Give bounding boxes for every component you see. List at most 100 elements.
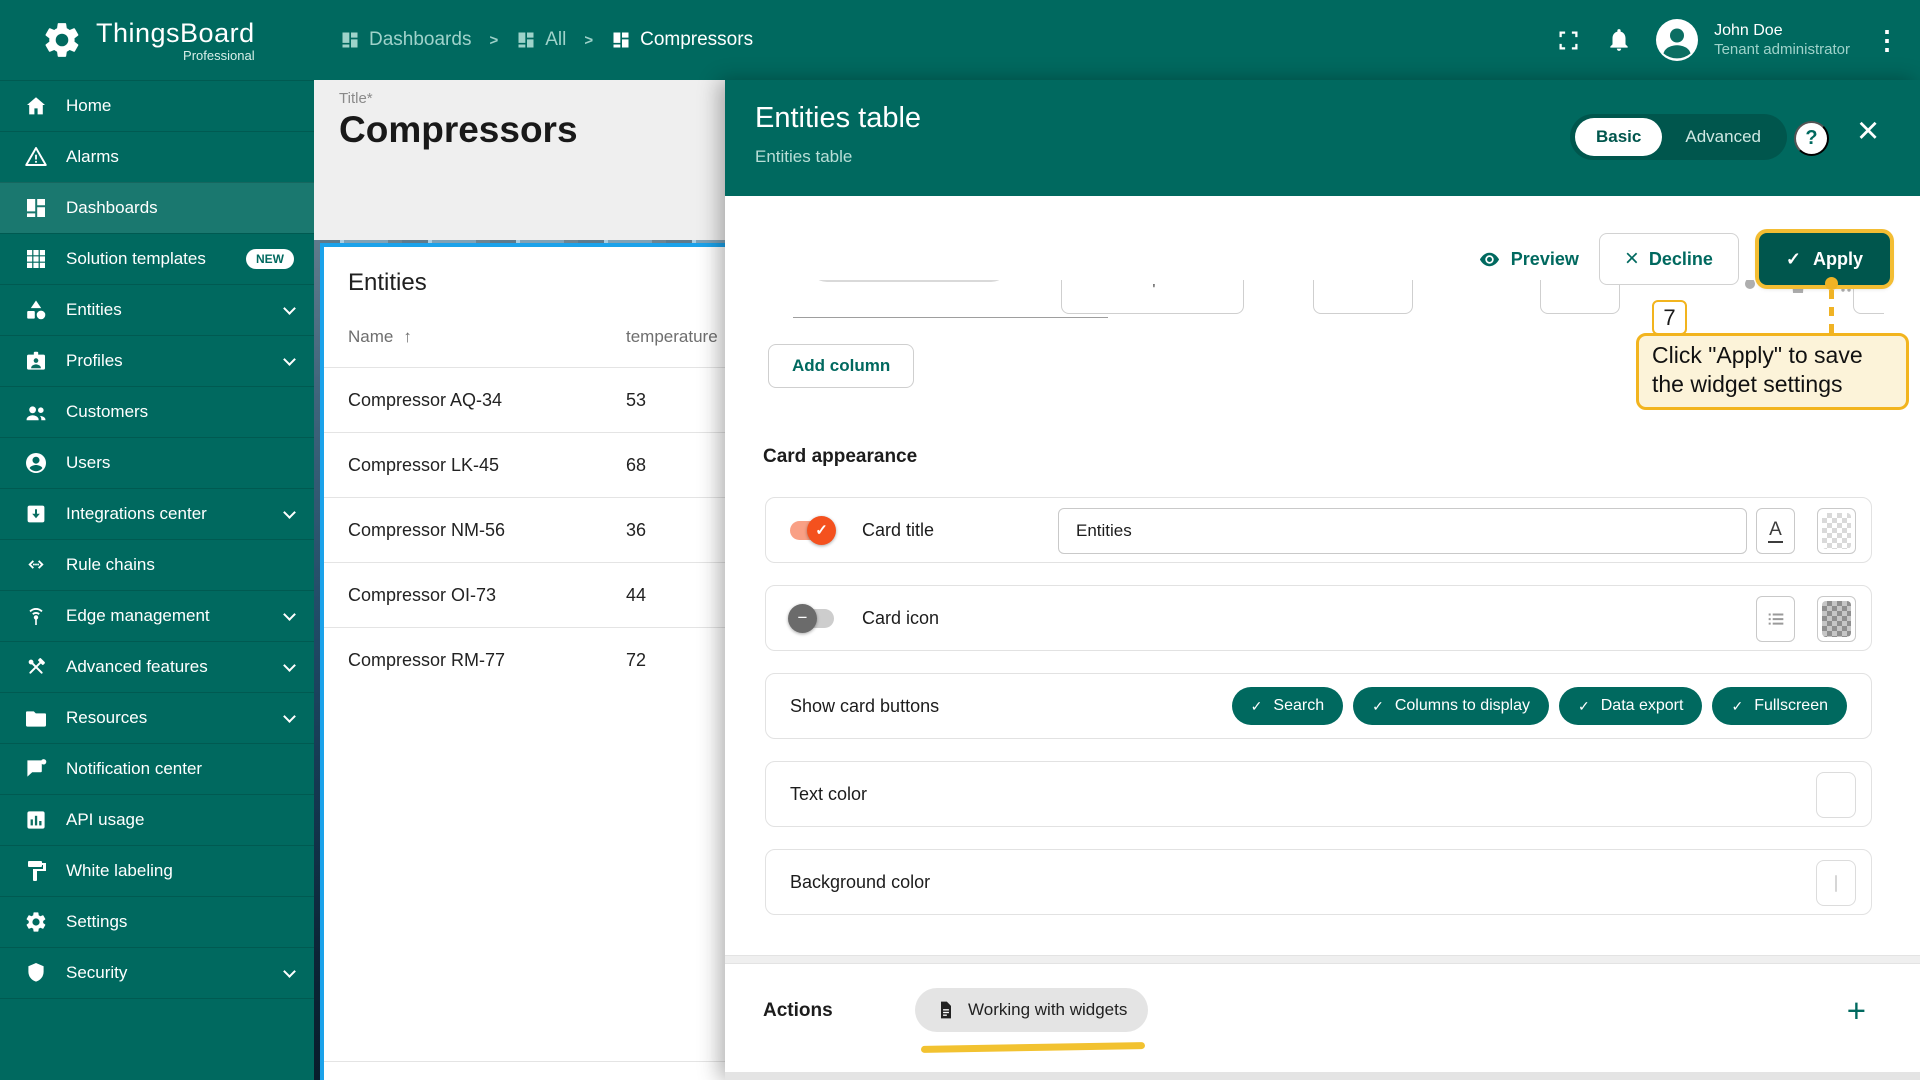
sort-ascending-icon[interactable]: ↑ xyxy=(403,327,412,347)
users-icon xyxy=(24,451,48,475)
font-style-button[interactable]: A xyxy=(1756,508,1795,554)
user-info[interactable]: John Doe Tenant administrator xyxy=(1714,21,1850,60)
table-row[interactable]: Compressor AQ-3453 xyxy=(324,367,756,432)
dashboard-title-value: Compressors xyxy=(339,109,725,151)
column-label-field[interactable]: ' xyxy=(1061,280,1244,314)
dashboard-title-label: Title* xyxy=(339,90,725,107)
sidebar-item-alarms[interactable]: Alarms xyxy=(0,131,314,182)
mode-advanced[interactable]: Advanced xyxy=(1664,118,1782,156)
chevron-down-icon xyxy=(283,353,296,366)
sidebar-item-home[interactable]: Home xyxy=(0,80,314,131)
dashboard-icon xyxy=(516,30,536,50)
chip-fullscreen[interactable]: ✓Fullscreen xyxy=(1712,687,1847,725)
card-icon-toggle[interactable]: − xyxy=(790,609,834,628)
card-title-toggle[interactable]: ✓ xyxy=(790,521,834,540)
widget-settings-drawer: Entities table Entities table Basic Adva… xyxy=(725,80,1920,1080)
icon-color-button[interactable] xyxy=(1817,596,1856,642)
chip-data-export[interactable]: ✓Data export xyxy=(1559,687,1702,725)
user-avatar[interactable] xyxy=(1656,19,1698,61)
column-style-field[interactable] xyxy=(1540,280,1620,314)
close-drawer-button[interactable]: × xyxy=(1857,110,1879,153)
sidebar-item-white-labeling[interactable]: White labeling xyxy=(0,845,314,896)
sidebar-item-profiles[interactable]: Profiles xyxy=(0,335,314,386)
highlight-marker xyxy=(921,1042,1145,1053)
breadcrumb-dashboards[interactable]: Dashboards xyxy=(340,29,471,51)
transparent-swatch-icon xyxy=(1822,601,1851,637)
icon-picker-button[interactable] xyxy=(1756,596,1795,642)
section-divider xyxy=(725,955,1920,964)
add-column-button[interactable]: Add column xyxy=(768,344,914,388)
card-icon-label: Card icon xyxy=(862,608,939,629)
customers-icon xyxy=(24,400,48,424)
dashboard-icon xyxy=(611,30,631,50)
table-row[interactable]: Compressor OI-7344 xyxy=(324,562,756,627)
check-icon: ✓ xyxy=(807,516,836,545)
callout-step-number: 7 xyxy=(1652,300,1687,335)
sidebar-item-notification-center[interactable]: Notification center xyxy=(0,743,314,794)
table-row[interactable]: Compressor RM-7772 xyxy=(324,627,756,692)
text-color-row: Text color xyxy=(765,761,1872,827)
column-width-field[interactable] xyxy=(1313,280,1413,314)
bell-icon xyxy=(1606,27,1632,53)
topbar: Dashboards > All > Compressors xyxy=(314,0,1920,80)
text-color-label: Text color xyxy=(790,784,867,805)
rule-chains-icon xyxy=(24,553,48,577)
card-icon-row: − Card icon xyxy=(765,585,1872,651)
integrations-icon xyxy=(24,502,48,526)
user-name: John Doe xyxy=(1714,21,1850,41)
brand-subtitle: Professional xyxy=(96,48,255,63)
sidebar-item-integrations-center[interactable]: Integrations center xyxy=(0,488,314,539)
sidebar-item-api-usage[interactable]: API usage xyxy=(0,794,314,845)
chip-columns-to-display[interactable]: ✓Columns to display xyxy=(1353,687,1549,725)
fullscreen-button[interactable] xyxy=(1555,27,1582,54)
help-button[interactable]: ? xyxy=(1794,121,1829,156)
check-icon: ✓ xyxy=(1372,698,1384,715)
sidebar-item-advanced-features[interactable]: Advanced features xyxy=(0,641,314,692)
column-header-name[interactable]: Name xyxy=(348,327,393,347)
preview-button[interactable]: Preview xyxy=(1478,248,1579,271)
decline-button[interactable]: × Decline xyxy=(1599,233,1739,285)
brand[interactable]: ThingsBoard Professional xyxy=(0,0,314,80)
dashboard-preview: Title* Compressors Entities Name ↑ tempe… xyxy=(314,80,725,1080)
more-vert-icon: ⋮ xyxy=(1874,25,1900,56)
table-header-row: Name ↑ temperature xyxy=(324,307,756,367)
table-row[interactable]: Compressor NM-5636 xyxy=(324,497,756,562)
card-title-input[interactable]: Entities xyxy=(1058,508,1747,554)
more-menu-button[interactable]: ⋮ xyxy=(1874,25,1900,56)
sidebar-nav: Home Alarms Dashboards Solution template… xyxy=(0,80,314,999)
apply-button[interactable]: ✓ Apply xyxy=(1759,233,1890,285)
column-extra-field[interactable] xyxy=(1853,280,1884,314)
text-color-swatch[interactable] xyxy=(1816,772,1856,818)
sidebar-item-resources[interactable]: Resources xyxy=(0,692,314,743)
breadcrumb-separator: > xyxy=(578,32,599,49)
breadcrumb-compressors[interactable]: Compressors xyxy=(611,29,753,51)
notifications-button[interactable] xyxy=(1606,27,1632,53)
mode-basic[interactable]: Basic xyxy=(1575,118,1662,156)
sidebar-item-customers[interactable]: Customers xyxy=(0,386,314,437)
sidebar-item-edge-management[interactable]: Edge management xyxy=(0,590,314,641)
action-chip-working-with-widgets[interactable]: Working with widgets xyxy=(915,988,1148,1032)
sidebar-item-rule-chains[interactable]: Rule chains xyxy=(0,539,314,590)
sidebar-item-users[interactable]: Users xyxy=(0,437,314,488)
background-color-swatch[interactable] xyxy=(1816,860,1856,906)
sidebar-item-security[interactable]: Security xyxy=(0,947,314,998)
table-row[interactable]: Compressor LK-4568 xyxy=(324,432,756,497)
title-color-button[interactable] xyxy=(1817,508,1856,554)
column-header-temperature[interactable]: temperature xyxy=(626,327,718,347)
breadcrumb-all[interactable]: All xyxy=(516,29,566,51)
scroll-edge xyxy=(725,1072,1920,1080)
sidebar-item-settings[interactable]: Settings xyxy=(0,896,314,947)
add-action-button[interactable]: + xyxy=(1847,994,1866,1027)
dashboard-title-field[interactable]: Title* Compressors xyxy=(314,80,725,160)
sidebar-item-dashboards[interactable]: Dashboards xyxy=(0,182,314,233)
callout-text: Click "Apply" to save the widget setting… xyxy=(1636,333,1909,410)
check-icon: ✓ xyxy=(1251,698,1263,715)
entities-table-widget[interactable]: Entities Name ↑ temperature Compressor A… xyxy=(320,243,760,1080)
sidebar-item-entities[interactable]: Entities xyxy=(0,284,314,335)
minus-icon: − xyxy=(788,604,817,633)
chip-search[interactable]: ✓Search xyxy=(1232,687,1343,725)
question-icon: ? xyxy=(1805,127,1817,150)
white-color-swatch xyxy=(1835,875,1837,892)
sidebar-item-solution-templates[interactable]: Solution templates NEW xyxy=(0,233,314,284)
card-title-row: ✓ Card title Entities A xyxy=(765,497,1872,563)
